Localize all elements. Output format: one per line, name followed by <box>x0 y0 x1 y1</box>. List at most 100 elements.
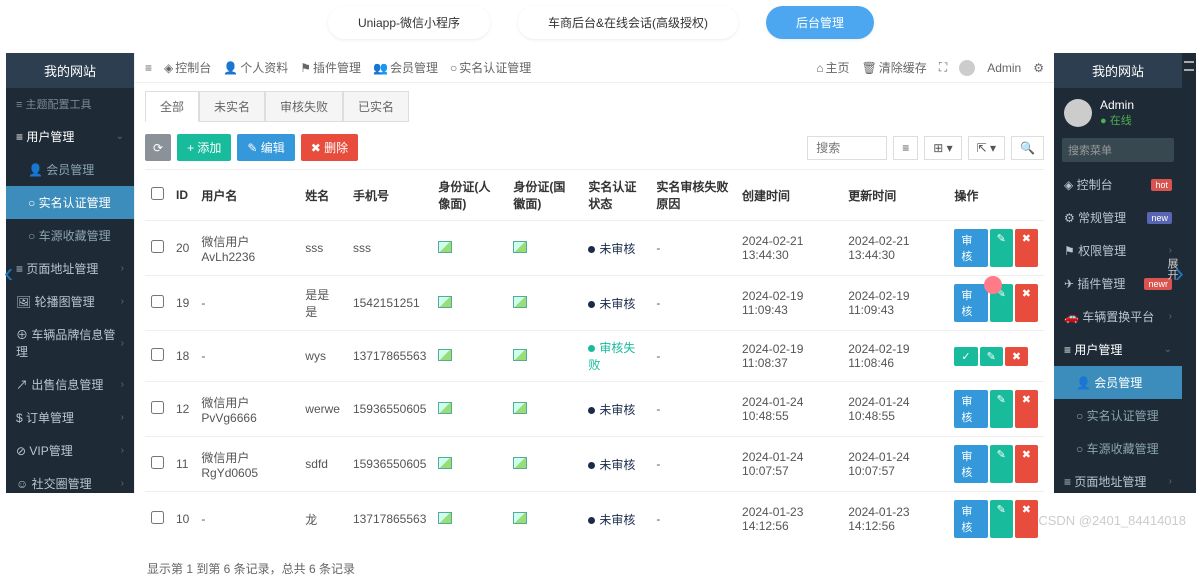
settings-icon[interactable]: ⚙ <box>1033 61 1044 75</box>
col-0[interactable]: ID <box>170 170 195 221</box>
hamburger-icon[interactable] <box>1184 61 1194 71</box>
cell-idimg[interactable] <box>507 331 582 382</box>
tab-unverified[interactable]: 未实名 <box>199 91 265 122</box>
col-9[interactable]: 更新时间 <box>842 170 948 221</box>
right-item-3[interactable]: ✈ 插件管理newr <box>1054 267 1182 300</box>
sidebar-sub-2[interactable]: ○ 车源收藏管理 <box>6 219 134 252</box>
row-checkbox[interactable] <box>151 295 164 308</box>
cell-idimg[interactable] <box>507 492 582 547</box>
audit-button[interactable]: 审核 <box>954 390 987 428</box>
search-input[interactable] <box>807 136 887 160</box>
cell-idimg[interactable] <box>507 221 582 276</box>
search-icon[interactable]: 🔍 <box>1011 136 1044 160</box>
row-delete-button[interactable]: ✖ <box>1015 500 1038 538</box>
col-4[interactable]: 身份证(人像面) <box>432 170 507 221</box>
cell-idimg[interactable] <box>507 437 582 492</box>
right-sub-2[interactable]: ○ 车源收藏管理 <box>1054 432 1182 465</box>
top-tab-uniapp[interactable]: Uniapp-微信小程序 <box>328 6 490 39</box>
right-item-2[interactable]: ⚑ 权限管理› <box>1054 234 1182 267</box>
admin-name[interactable]: Admin <box>987 61 1021 75</box>
tab-all[interactable]: 全部 <box>145 91 199 122</box>
crumb-member[interactable]: 👥 会员管理 <box>373 59 438 76</box>
row-checkbox[interactable] <box>151 401 164 414</box>
refresh-button[interactable]: ⟳ <box>145 134 171 161</box>
tab-verified[interactable]: 已实名 <box>343 91 409 122</box>
sidebar-item-7[interactable]: $ 订单管理› <box>6 401 134 434</box>
col-2[interactable]: 姓名 <box>299 170 347 221</box>
sidebar-item-6[interactable]: ↗ 出售信息管理› <box>6 368 134 401</box>
view-list-icon[interactable]: ≡ <box>893 136 918 160</box>
right-rest-0[interactable]: ≡ 页面地址管理› <box>1054 465 1182 493</box>
audit-button[interactable]: 审核 <box>954 445 987 483</box>
fullscreen-icon[interactable]: ⛶ <box>939 60 947 75</box>
col-6[interactable]: 实名认证状态 <box>582 170 650 221</box>
audit-button[interactable]: 审核 <box>954 284 987 322</box>
delete-button[interactable]: ✖ 删除 <box>301 134 358 161</box>
col-1[interactable]: 用户名 <box>195 170 299 221</box>
row-checkbox[interactable] <box>151 456 164 469</box>
approve-button[interactable]: ✓ <box>954 347 977 366</box>
avatar-right[interactable] <box>1064 99 1092 127</box>
next-arrow-icon[interactable]: › <box>1175 257 1184 289</box>
tab-failed[interactable]: 审核失败 <box>265 91 343 122</box>
col-7[interactable]: 实名审核失败原因 <box>650 170 736 221</box>
cell-idimg[interactable] <box>432 276 507 331</box>
crumb-console[interactable]: ◈ 控制台 <box>164 59 211 76</box>
row-delete-button[interactable]: ✖ <box>1015 229 1038 267</box>
row-delete-button[interactable]: ✖ <box>1015 445 1038 483</box>
cell-idimg[interactable] <box>432 221 507 276</box>
cell-idimg[interactable] <box>507 382 582 437</box>
columns-icon[interactable]: ⊞ ▾ <box>924 136 961 160</box>
chat-bubble-icon[interactable] <box>984 276 1002 294</box>
cell-idimg[interactable] <box>432 492 507 547</box>
cell-idimg[interactable] <box>432 437 507 492</box>
right-item-4[interactable]: 🚗 车辆置换平台› <box>1054 300 1182 333</box>
export-icon[interactable]: ⇱ ▾ <box>968 136 1005 160</box>
col-10[interactable]: 操作 <box>948 170 1044 221</box>
sidebar-item-9[interactable]: ☺ 社交圈管理› <box>6 467 134 493</box>
edit-button[interactable]: ✎ 编辑 <box>237 134 294 161</box>
sidebar-sub-0[interactable]: 👤 会员管理 <box>6 153 134 186</box>
top-tab-admin[interactable]: 后台管理 <box>766 6 874 39</box>
crumb-plugin[interactable]: ⚑ 插件管理 <box>300 59 361 76</box>
right-item-5[interactable]: ≡ 用户管理⌄ <box>1054 333 1182 366</box>
cell-idimg[interactable] <box>432 382 507 437</box>
row-checkbox[interactable] <box>151 240 164 253</box>
right-item-0[interactable]: ◈ 控制台hot <box>1054 168 1182 201</box>
col-5[interactable]: 身份证(国徽面) <box>507 170 582 221</box>
row-edit-button[interactable]: ✎ <box>990 229 1013 267</box>
audit-button[interactable]: 审核 <box>954 500 987 538</box>
crumb-realname[interactable]: ○ 实名认证管理 <box>450 59 531 76</box>
right-sub-0[interactable]: 👤 会员管理 <box>1054 366 1182 399</box>
row-edit-button[interactable]: ✎ <box>990 390 1013 428</box>
col-3[interactable]: 手机号 <box>347 170 432 221</box>
right-item-1[interactable]: ⚙ 常规管理new <box>1054 201 1182 234</box>
row-edit-button[interactable]: ✎ <box>990 445 1013 483</box>
sidebar-item-3[interactable]: ≡ 页面地址管理› <box>6 252 134 285</box>
menu-toggle-icon[interactable]: ≡ <box>145 61 152 75</box>
menu-search[interactable]: 搜索菜单 <box>1062 138 1174 162</box>
home-link[interactable]: ⌂ 主页 <box>816 59 849 76</box>
sidebar-truncated[interactable]: ≡ 主题配置工具 <box>6 88 134 120</box>
row-edit-button[interactable]: ✎ <box>980 347 1003 366</box>
sidebar-item-5[interactable]: ⊕ 车辆品牌信息管理› <box>6 318 134 368</box>
row-delete-button[interactable]: ✖ <box>1015 390 1038 428</box>
top-tab-dealer[interactable]: 车商后台&在线会话(高级授权) <box>518 6 738 39</box>
audit-button[interactable]: 审核 <box>954 229 987 267</box>
row-checkbox[interactable] <box>151 348 164 361</box>
cell-idimg[interactable] <box>432 331 507 382</box>
cell-idimg[interactable] <box>507 276 582 331</box>
crumb-profile[interactable]: 👤 个人资料 <box>223 59 288 76</box>
avatar[interactable] <box>959 60 975 76</box>
row-delete-button[interactable]: ✖ <box>1005 347 1028 366</box>
sidebar-item-4[interactable]: 🖼 轮播图管理› <box>6 285 134 318</box>
sidebar-item-8[interactable]: ⊘ VIP管理› <box>6 434 134 467</box>
col-8[interactable]: 创建时间 <box>736 170 842 221</box>
sidebar-user-mgmt[interactable]: ≡ 用户管理⌄ <box>6 120 134 153</box>
row-checkbox[interactable] <box>151 511 164 524</box>
sidebar-sub-1[interactable]: ○ 实名认证管理 <box>6 186 134 219</box>
prev-arrow-icon[interactable]: ‹ <box>4 257 13 289</box>
row-edit-button[interactable]: ✎ <box>990 500 1013 538</box>
select-all-checkbox[interactable] <box>151 187 164 200</box>
add-button[interactable]: + 添加 <box>177 134 231 161</box>
